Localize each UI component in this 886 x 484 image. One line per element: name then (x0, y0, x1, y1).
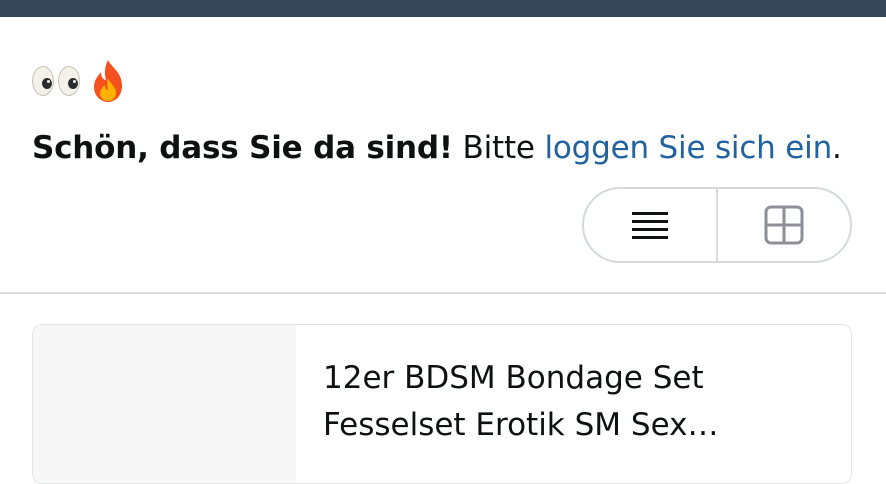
section-divider (0, 292, 886, 294)
login-greeting: Schön, dass Sie da sind! Bitte loggen Si… (32, 126, 842, 170)
fire-icon (94, 60, 122, 102)
eyes-icon-right (58, 66, 80, 96)
product-image[interactable] (33, 325, 296, 483)
product-card[interactable]: 12er BDSM Bondage Set Fesselset Erotik S… (32, 324, 852, 484)
list-view-button[interactable] (584, 189, 716, 261)
product-title[interactable]: 12er BDSM Bondage Set Fesselset Erotik S… (323, 355, 823, 449)
product-title-line: 12er BDSM Bondage Set (323, 360, 704, 396)
greeting-plain-text: Bitte (452, 130, 545, 166)
view-toggle (582, 187, 852, 263)
grid-view-button[interactable] (718, 189, 850, 261)
login-link[interactable]: loggen Sie sich ein (544, 130, 832, 166)
top-navigation-bar (0, 0, 886, 17)
greeting-end-text: . (832, 130, 842, 166)
product-title-line: Fesselset Erotik SM Sex… (323, 407, 719, 443)
eyes-icon (32, 66, 54, 96)
grid-view-icon (764, 205, 804, 245)
emoji-row (32, 56, 128, 106)
list-view-icon (632, 212, 668, 239)
greeting-bold-text: Schön, dass Sie da sind! (32, 130, 453, 166)
